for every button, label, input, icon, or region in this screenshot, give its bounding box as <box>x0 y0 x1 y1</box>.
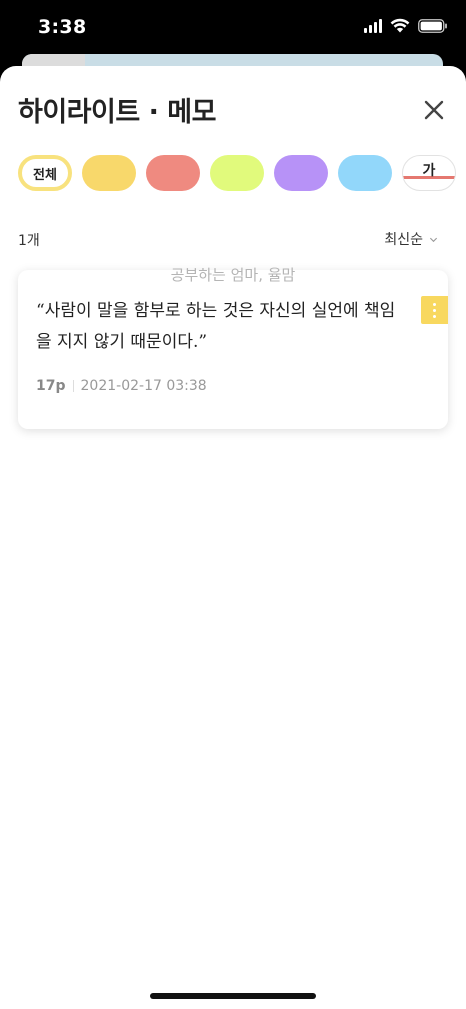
book-title: 공부하는 엄마, 율맘 <box>170 266 296 284</box>
chevron-down-icon <box>429 237 438 242</box>
highlight-card[interactable]: 공부하는 엄마, 율맘 “사람이 말을 함부로 하는 것은 자신의 실언에 책임… <box>18 266 448 429</box>
more-dot-icon <box>433 302 436 306</box>
filter-chip-all[interactable]: 전체 <box>18 155 72 191</box>
color-filter-chips: 전체 가 <box>18 155 456 191</box>
filter-chip-purple[interactable] <box>274 155 328 191</box>
filter-chip-text-underline[interactable]: 가 <box>402 155 456 191</box>
status-bar: 3:38 <box>0 0 466 55</box>
close-button[interactable] <box>420 96 448 124</box>
filter-chip-lime[interactable] <box>210 155 264 191</box>
wifi-icon <box>390 18 410 33</box>
screen: 3:38 하이라이트 · 메모 전체 가 1개 최신순 공부하는 엄마, 율맘 … <box>0 0 466 1009</box>
sort-dropdown[interactable]: 최신순 <box>384 229 438 249</box>
filter-chip-yellow[interactable] <box>82 155 136 191</box>
status-time: 3:38 <box>38 16 87 38</box>
status-icons <box>364 18 448 33</box>
sheet-title: 하이라이트 · 메모 <box>18 97 216 128</box>
battery-icon <box>418 18 448 33</box>
more-dot-icon <box>433 314 436 318</box>
more-options-button[interactable] <box>421 296 448 324</box>
filter-chip-text-label: 가 <box>422 163 436 179</box>
highlight-quote: “사람이 말을 함부로 하는 것은 자신의 실언에 책임을 지지 않기 때문이다… <box>36 301 396 352</box>
filter-chip-blue[interactable] <box>338 155 392 191</box>
highlight-count: 1개 <box>18 233 40 249</box>
meta-divider <box>72 380 74 392</box>
highlight-memo-sheet: 하이라이트 · 메모 전체 가 1개 최신순 공부하는 엄마, 율맘 “사람이 … <box>0 66 466 1009</box>
page-number: 17p <box>36 378 66 394</box>
more-dot-icon <box>433 308 436 312</box>
filter-chip-red[interactable] <box>146 155 200 191</box>
home-indicator[interactable] <box>150 993 316 999</box>
sort-label: 최신순 <box>384 232 423 248</box>
highlight-meta: 17p 2021-02-17 03:38 <box>36 378 207 394</box>
cellular-signal-icon <box>364 18 382 33</box>
close-icon <box>424 100 444 120</box>
highlight-datetime: 2021-02-17 03:38 <box>80 378 207 394</box>
